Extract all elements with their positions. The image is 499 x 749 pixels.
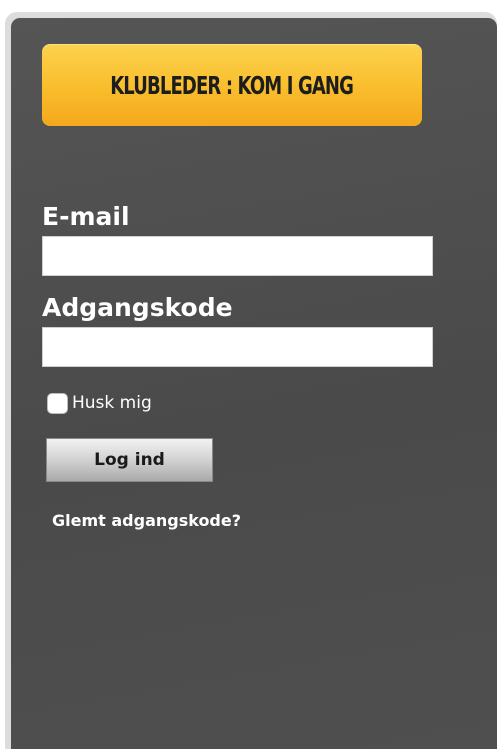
login-button-label: Log ind xyxy=(94,450,165,470)
email-input[interactable] xyxy=(42,236,433,276)
cta-button-label: KLUBLEDER : KOM I GANG xyxy=(110,70,355,100)
login-button[interactable]: Log ind xyxy=(46,438,213,482)
email-label: E-mail xyxy=(42,202,130,231)
password-label: Adgangskode xyxy=(42,293,233,322)
login-panel: KLUBLEDER : KOM I GANG E-mail Adgangskod… xyxy=(11,18,497,749)
remember-me-checkbox[interactable] xyxy=(47,392,68,414)
klubleder-kom-i-gang-button[interactable]: KLUBLEDER : KOM I GANG xyxy=(42,44,422,126)
remember-me-row[interactable]: Husk mig xyxy=(47,391,152,415)
forgot-password-link[interactable]: Glemt adgangskode? xyxy=(52,511,241,530)
remember-me-label: Husk mig xyxy=(72,393,152,413)
password-input[interactable] xyxy=(42,327,433,367)
